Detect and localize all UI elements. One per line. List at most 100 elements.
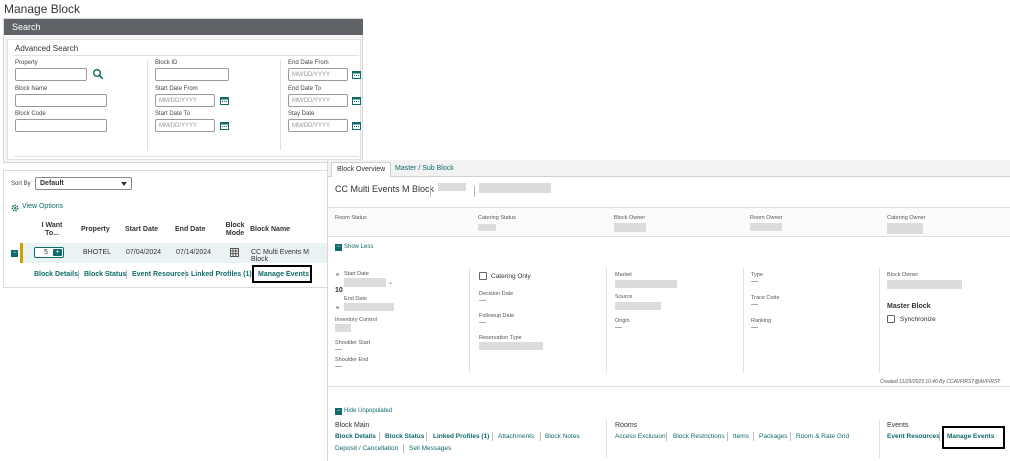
- items-link[interactable]: Items: [733, 433, 749, 440]
- synchronize-checkbox[interactable]: [887, 315, 895, 323]
- block-restrictions-link[interactable]: Block Restrictions: [673, 433, 725, 440]
- tab-master-sub-block[interactable]: Master / Sub Block: [390, 162, 459, 177]
- start-date-from-label: Start Date From: [155, 86, 198, 92]
- hide-unpopulated-link[interactable]: Hide Unpopulated: [344, 408, 392, 414]
- catering-owner-label: Catering Owner: [887, 215, 926, 221]
- view-options-link[interactable]: View Options: [22, 203, 63, 210]
- block-details-link[interactable]: Block Details: [335, 433, 376, 440]
- access-exclusion-link[interactable]: Access Exclusion: [615, 433, 666, 440]
- decision-date-value: —: [479, 297, 486, 304]
- packages-link[interactable]: Packages: [759, 433, 788, 440]
- block-owner-detail-label: Block Owner: [887, 272, 919, 278]
- redacted-value: [615, 302, 661, 310]
- manage-events-link[interactable]: Manage Events: [947, 433, 994, 440]
- room-owner-label: Room Owner: [750, 215, 783, 221]
- tab-bar: Block Overview Master / Sub Block: [328, 160, 1010, 177]
- end-date-to-input[interactable]: MM/DD/YYYY: [288, 94, 348, 107]
- link-separator: [426, 432, 427, 441]
- manage-events-link[interactable]: Manage Events: [258, 271, 309, 278]
- block-owner-label: Block Owner: [614, 215, 646, 221]
- block-status-link[interactable]: Block Status: [84, 271, 126, 278]
- redacted-value: [615, 280, 677, 288]
- tab-block-overview[interactable]: Block Overview: [331, 162, 392, 177]
- event-resources-link[interactable]: Event Resources: [887, 433, 940, 440]
- column-divider: [606, 268, 607, 373]
- results-panel: Sort By Default View Options I Want To..…: [3, 170, 328, 288]
- shoulder-end-value: —: [335, 363, 342, 370]
- block-id-input[interactable]: [155, 68, 229, 81]
- calendar-icon[interactable]: [220, 121, 229, 130]
- link-separator: [753, 432, 754, 441]
- end-date-from-label: End Date From: [288, 60, 329, 66]
- redacted-value: [478, 224, 496, 231]
- linked-profiles-link[interactable]: Linked Profiles (1): [191, 271, 252, 278]
- property-search-icon[interactable]: [92, 68, 104, 80]
- block-code-label: Block Code: [15, 111, 46, 117]
- summary-bar: Room Status Catering Status Block Owner …: [328, 207, 1010, 237]
- calendar-icon[interactable]: [352, 70, 361, 79]
- collapse-icon[interactable]: −: [335, 244, 342, 251]
- link-separator: [666, 432, 667, 441]
- plus-icon[interactable]: +: [53, 249, 62, 256]
- block-detail-panel: Block Overview Master / Sub Block CC Mul…: [327, 160, 1010, 461]
- col-header-property[interactable]: Property: [81, 226, 110, 233]
- col-header-end-date[interactable]: End Date: [175, 226, 205, 233]
- calendar-icon[interactable]: [352, 121, 361, 130]
- attachments-link[interactable]: Attachments: [498, 433, 534, 440]
- show-less-link[interactable]: Show Less: [344, 244, 373, 250]
- event-resources-link[interactable]: Event Resources: [132, 271, 189, 278]
- end-date-label: End Date: [344, 296, 367, 302]
- col-header-block-mode[interactable]: Block Mode: [225, 222, 245, 238]
- sort-by-select[interactable]: Default: [35, 177, 132, 190]
- collapse-row-icon[interactable]: −: [11, 250, 18, 257]
- property-input[interactable]: [15, 68, 87, 81]
- redacted-value: [335, 324, 351, 332]
- link-separator: [540, 432, 541, 441]
- table-row[interactable]: 5 + BHOTEL 07/04/2024 07/14/2024 CC Mult…: [20, 243, 328, 263]
- column-divider: [147, 60, 148, 150]
- market-label: Market: [615, 272, 632, 278]
- calendar-icon[interactable]: [220, 96, 229, 105]
- block-details-link[interactable]: Block Details: [34, 271, 78, 278]
- block-id-label: Block ID: [155, 60, 178, 66]
- sell-messages-link[interactable]: Sell Messages: [409, 445, 451, 452]
- block-name-input[interactable]: [15, 94, 107, 107]
- block-status-link[interactable]: Block Status: [385, 433, 424, 440]
- collapse-icon[interactable]: −: [335, 408, 342, 415]
- block-notes-link[interactable]: Block Notes: [545, 433, 580, 440]
- redacted-block-id: [479, 183, 551, 193]
- linked-profiles-link[interactable]: Linked Profiles (1): [433, 433, 489, 440]
- col-header-start-date[interactable]: Start Date: [125, 226, 158, 233]
- room-rate-grid-link[interactable]: Room & Rate Grid: [796, 433, 849, 440]
- i-want-to-control[interactable]: 5 +: [34, 247, 64, 258]
- row-block-name: CC Multi Events M Block: [251, 249, 309, 263]
- link-separator: [379, 432, 380, 441]
- block-code-input[interactable]: [15, 119, 107, 132]
- page-title: Manage Block: [4, 2, 81, 16]
- deposit-cancellation-link[interactable]: Deposit / Cancellation: [335, 445, 398, 452]
- column-divider: [280, 60, 281, 150]
- redacted-value: [614, 223, 646, 232]
- stay-date-input[interactable]: MM/DD/YYYY: [288, 119, 348, 132]
- end-date-from-input[interactable]: MM/DD/YYYY: [288, 68, 348, 81]
- calendar-icon[interactable]: [352, 96, 361, 105]
- col-header-block-name[interactable]: Block Name: [250, 226, 290, 233]
- redacted-start-date: [344, 278, 386, 287]
- catering-only-checkbox[interactable]: [479, 272, 487, 280]
- link-separator: [939, 432, 940, 441]
- start-date-from-input[interactable]: MM/DD/YYYY: [155, 94, 215, 107]
- start-date-label: Start Date: [344, 271, 369, 277]
- sort-by-value: Default: [40, 180, 64, 187]
- link-separator: [185, 270, 186, 279]
- divider: [14, 55, 359, 56]
- divider: [328, 386, 1010, 387]
- gear-icon[interactable]: [11, 204, 19, 212]
- start-date-to-input[interactable]: MM/DD/YYYY: [155, 119, 215, 132]
- search-header[interactable]: Search: [4, 19, 363, 35]
- source-label: Source: [615, 294, 633, 300]
- column-divider: [469, 268, 470, 373]
- end-date-to-label: End Date To: [288, 86, 321, 92]
- chevron-down-icon[interactable]: ⌄: [388, 279, 393, 286]
- shoulder-start-value: —: [335, 346, 342, 353]
- advanced-search-area: Advanced Search Property Block Name Bloc…: [7, 39, 361, 160]
